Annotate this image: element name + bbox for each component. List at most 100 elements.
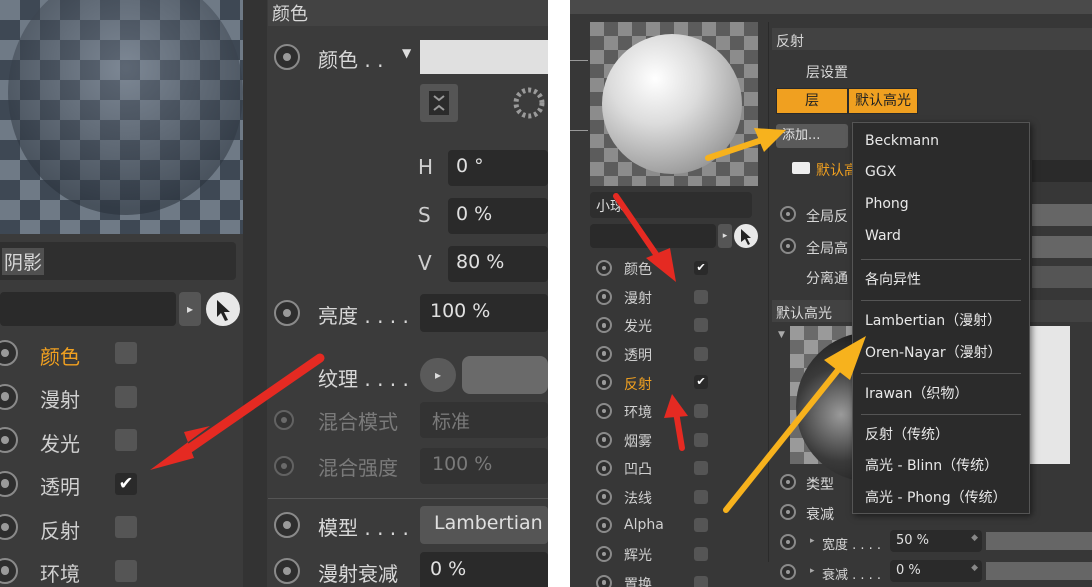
channel-item[interactable]: 颜色 [0, 336, 240, 370]
menu-item[interactable]: Phong [865, 196, 909, 212]
menu-item[interactable]: Oren-Nayar（漫射） [865, 342, 1002, 362]
brightness-radio[interactable] [274, 300, 300, 326]
expand-triangle-icon[interactable]: ▼ [778, 330, 785, 340]
channel-item[interactable]: 颜色 ✔ [590, 256, 760, 280]
menu-item[interactable]: Ward [865, 228, 901, 244]
channel-radio[interactable] [596, 403, 612, 419]
expand-arrow-icon[interactable]: ▸ [810, 566, 815, 576]
channel-radio[interactable] [0, 557, 18, 584]
model-radio[interactable] [274, 512, 300, 538]
menu-item[interactable]: 高光 - Phong（传统） [865, 487, 1007, 507]
channel-radio[interactable] [0, 470, 18, 497]
global-spec-slider[interactable] [1032, 236, 1092, 258]
channel-item[interactable]: 法线 [590, 485, 760, 509]
channel-checkbox[interactable] [115, 385, 137, 408]
material-name-field[interactable]: 阴影 [0, 242, 236, 280]
channel-checkbox[interactable] [694, 318, 708, 333]
width-radio[interactable] [780, 534, 796, 550]
color-radio[interactable] [274, 44, 300, 70]
separate-passes-checkbox[interactable] [1032, 266, 1092, 288]
channel-radio[interactable] [596, 260, 612, 276]
channel-radio[interactable] [596, 546, 612, 562]
channel-item[interactable]: 反射 [0, 510, 240, 544]
layer-search-input[interactable] [590, 224, 716, 248]
channel-item[interactable]: 透明 ✔ [0, 467, 240, 501]
channel-item[interactable]: 透明 [590, 342, 760, 366]
play-arrow-button[interactable]: ▸ [718, 224, 732, 248]
color-swatch[interactable] [420, 40, 548, 74]
channel-radio[interactable] [0, 383, 18, 410]
channel-item[interactable]: 反射 ✔ [590, 370, 760, 394]
blend-strength-radio[interactable] [274, 456, 294, 476]
channel-radio[interactable] [596, 517, 612, 534]
material-name-field[interactable]: 小球 [590, 192, 752, 218]
channel-checkbox[interactable]: ✔ [115, 472, 137, 495]
type-radio[interactable] [780, 474, 796, 490]
channel-radio[interactable] [596, 288, 612, 305]
channel-checkbox[interactable] [694, 489, 708, 504]
channel-checkbox[interactable] [115, 559, 137, 582]
channel-checkbox[interactable] [694, 404, 708, 418]
menu-item[interactable]: 高光 - Blinn（传统） [865, 455, 998, 475]
channel-radio[interactable] [596, 574, 612, 587]
channel-checkbox[interactable] [694, 346, 708, 361]
channel-checkbox[interactable] [694, 289, 708, 304]
channel-checkbox[interactable] [694, 461, 708, 476]
channel-checkbox[interactable]: ✔ [694, 375, 708, 390]
falloff2-slider[interactable] [986, 562, 1092, 580]
falloff2-radio[interactable] [780, 564, 796, 580]
channel-radio[interactable] [596, 431, 612, 448]
channel-checkbox[interactable] [115, 516, 137, 538]
falloff-radio[interactable] [780, 504, 796, 520]
pick-cursor-button[interactable] [206, 292, 240, 326]
channel-radio[interactable] [596, 374, 612, 391]
brightness-input[interactable]: 100 % [420, 294, 548, 332]
channel-item[interactable]: 发光 [0, 423, 240, 457]
layer-search-input[interactable] [0, 292, 176, 326]
menu-item[interactable]: Irawan（织物） [865, 383, 968, 403]
channel-checkbox[interactable] [694, 518, 708, 533]
channel-radio[interactable] [0, 514, 18, 540]
channel-item[interactable]: 漫射 [590, 285, 760, 309]
texture-arrow-button[interactable]: ▸ [420, 358, 456, 392]
width-slider[interactable] [986, 532, 1092, 550]
channel-checkbox[interactable] [694, 432, 708, 447]
pick-cursor-button[interactable] [734, 224, 758, 248]
channel-item[interactable]: 发光 [590, 313, 760, 337]
layer-strength-field[interactable] [1032, 160, 1092, 182]
channel-checkbox[interactable] [115, 342, 137, 364]
texture-slot[interactable] [462, 356, 548, 394]
channel-radio[interactable] [596, 317, 612, 334]
channel-item[interactable]: 置换 [590, 571, 760, 587]
eye-icon[interactable] [792, 162, 810, 174]
width-input[interactable]: 50 % ◆ [890, 530, 982, 552]
global-refl-radio[interactable] [780, 206, 796, 222]
channel-checkbox[interactable] [694, 575, 708, 587]
blend-mode-select[interactable]: 标准 [420, 402, 548, 438]
color-mode-button[interactable] [420, 84, 458, 122]
channel-radio[interactable] [0, 340, 18, 366]
dropdown-arrow-icon[interactable]: ▼ [402, 46, 411, 60]
blend-strength-input[interactable]: 100 % [420, 448, 548, 484]
diffuse-falloff-input[interactable]: 0 % [420, 552, 548, 587]
channel-item[interactable]: 烟雾 [590, 428, 760, 452]
play-arrow-button[interactable]: ▸ [179, 292, 201, 326]
channel-item[interactable]: 辉光 [590, 542, 760, 566]
diffuse-falloff-radio[interactable] [274, 558, 300, 584]
blend-mode-radio[interactable] [274, 410, 294, 430]
menu-item[interactable]: Beckmann [865, 133, 939, 149]
v-input[interactable]: 80 % [448, 246, 548, 282]
menu-item[interactable]: 各向异性 [865, 269, 921, 289]
channel-item[interactable]: Alpha [590, 513, 760, 537]
menu-item[interactable]: 反射（传统） [865, 424, 949, 444]
channel-radio[interactable] [596, 460, 612, 477]
h-input[interactable]: 0 ° [448, 150, 548, 186]
menu-item[interactable]: Lambertian（漫射） [865, 310, 1001, 330]
menu-item[interactable]: GGX [865, 164, 896, 180]
channel-item[interactable]: 环境 [0, 554, 240, 587]
channel-item[interactable]: 漫射 [0, 380, 240, 414]
s-input[interactable]: 0 % [448, 198, 548, 234]
color-wheel-icon[interactable] [510, 84, 548, 122]
channel-radio[interactable] [0, 427, 18, 453]
channel-item[interactable]: 凹凸 [590, 456, 760, 480]
